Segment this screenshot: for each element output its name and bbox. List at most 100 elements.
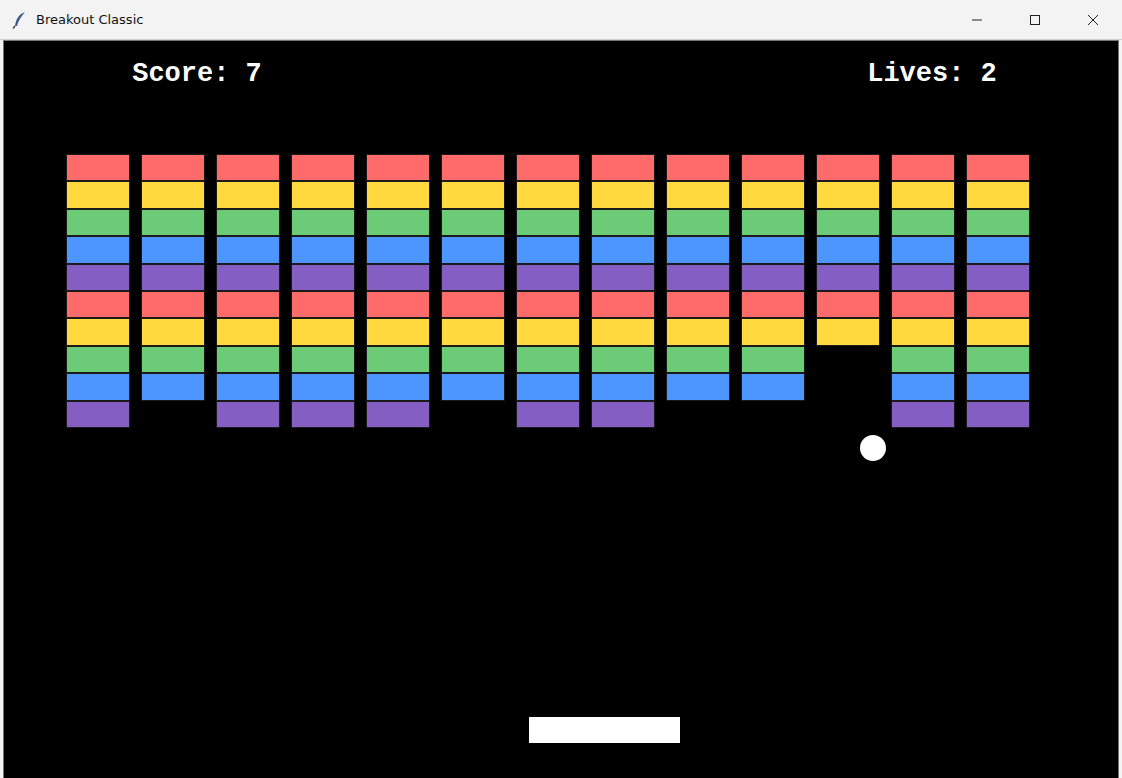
brick — [216, 154, 280, 181]
brick — [141, 209, 205, 236]
brick — [741, 209, 805, 236]
brick — [666, 236, 730, 263]
brick — [891, 264, 955, 291]
brick — [141, 236, 205, 263]
feather-icon — [12, 11, 28, 29]
brick — [141, 291, 205, 318]
brick — [591, 264, 655, 291]
brick — [366, 346, 430, 373]
brick — [441, 346, 505, 373]
paddle[interactable] — [529, 717, 680, 743]
brick — [216, 236, 280, 263]
brick — [441, 181, 505, 208]
brick — [291, 236, 355, 263]
brick — [216, 181, 280, 208]
brick — [666, 181, 730, 208]
brick — [666, 373, 730, 400]
maximize-button[interactable] — [1006, 0, 1064, 39]
brick — [816, 236, 880, 263]
brick — [291, 318, 355, 345]
brick — [441, 291, 505, 318]
minimize-icon — [971, 14, 983, 26]
game-canvas[interactable]: Score: 7 Lives: 2 — [3, 40, 1119, 778]
brick — [966, 373, 1030, 400]
brick — [891, 181, 955, 208]
brick — [666, 346, 730, 373]
brick — [591, 236, 655, 263]
brick — [366, 401, 430, 428]
brick — [891, 401, 955, 428]
brick — [441, 318, 505, 345]
brick — [816, 318, 880, 345]
brick — [516, 373, 580, 400]
brick — [591, 209, 655, 236]
brick — [66, 209, 130, 236]
brick — [741, 318, 805, 345]
brick — [891, 209, 955, 236]
brick — [291, 264, 355, 291]
brick — [516, 264, 580, 291]
brick — [291, 401, 355, 428]
brick — [591, 318, 655, 345]
brick — [291, 209, 355, 236]
brick — [966, 291, 1030, 318]
brick — [66, 181, 130, 208]
brick — [66, 318, 130, 345]
close-button[interactable] — [1064, 0, 1122, 39]
minimize-button[interactable] — [948, 0, 1006, 39]
brick — [366, 291, 430, 318]
brick-wall — [66, 154, 1030, 428]
brick — [891, 291, 955, 318]
brick — [891, 346, 955, 373]
brick — [66, 291, 130, 318]
brick — [141, 181, 205, 208]
brick — [66, 236, 130, 263]
brick — [966, 154, 1030, 181]
title-bar: Breakout Classic — [0, 0, 1122, 40]
brick — [516, 154, 580, 181]
brick — [741, 346, 805, 373]
brick — [666, 154, 730, 181]
brick — [891, 154, 955, 181]
brick — [66, 154, 130, 181]
brick — [741, 264, 805, 291]
score-label: Score: 7 — [132, 59, 262, 89]
brick — [741, 291, 805, 318]
brick — [441, 236, 505, 263]
brick — [291, 373, 355, 400]
brick — [366, 236, 430, 263]
brick — [66, 401, 130, 428]
brick — [141, 264, 205, 291]
brick — [441, 264, 505, 291]
maximize-icon — [1029, 14, 1041, 26]
close-icon — [1087, 14, 1099, 26]
lives-label: Lives: 2 — [867, 59, 997, 89]
brick — [816, 209, 880, 236]
brick — [966, 236, 1030, 263]
brick — [966, 181, 1030, 208]
brick — [366, 154, 430, 181]
brick — [141, 154, 205, 181]
brick — [516, 236, 580, 263]
brick — [891, 318, 955, 345]
brick — [291, 154, 355, 181]
brick — [366, 264, 430, 291]
brick — [891, 373, 955, 400]
brick — [966, 346, 1030, 373]
brick — [516, 318, 580, 345]
brick — [816, 291, 880, 318]
brick — [141, 318, 205, 345]
brick — [216, 346, 280, 373]
window-title: Breakout Classic — [36, 12, 143, 27]
brick — [666, 264, 730, 291]
brick — [366, 373, 430, 400]
brick — [366, 181, 430, 208]
brick — [66, 373, 130, 400]
brick — [591, 346, 655, 373]
brick — [741, 236, 805, 263]
brick — [216, 291, 280, 318]
brick — [816, 181, 880, 208]
brick — [816, 154, 880, 181]
game-window: Breakout Classic Score: 7 Lives: 2 — [0, 0, 1122, 778]
brick — [441, 154, 505, 181]
